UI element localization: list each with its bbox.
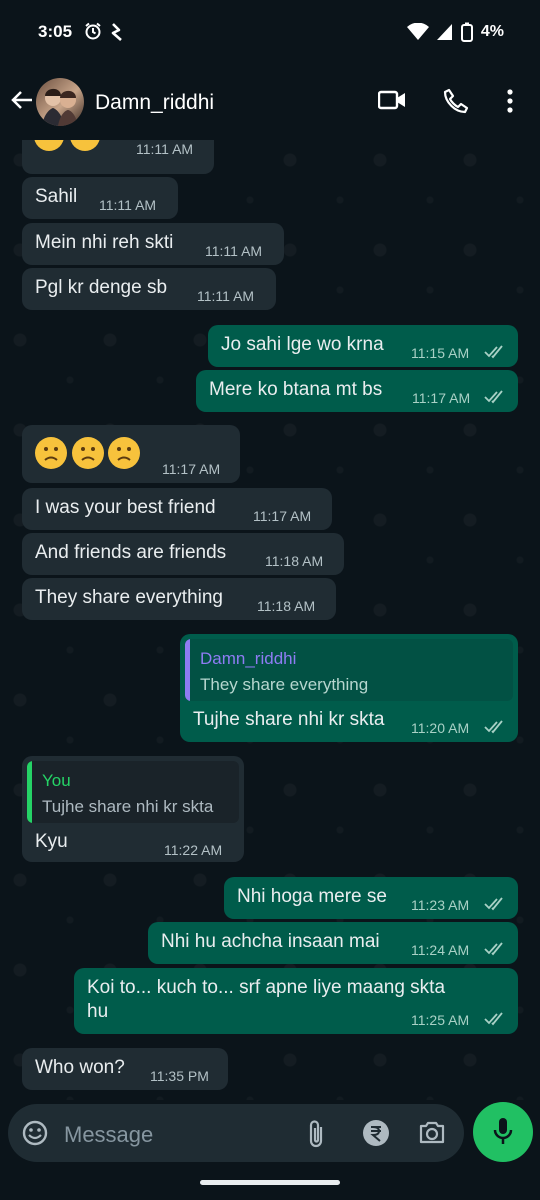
- message-bubble-incoming[interactable]: They share everything 11:18 AM: [22, 578, 336, 620]
- message-bubble-outgoing[interactable]: Koi to... kuch to... srf apne liye maang…: [74, 968, 518, 1034]
- quote-bar: [185, 639, 190, 701]
- message-time: 11:11 AM: [197, 288, 255, 304]
- double-check-icon: [484, 942, 503, 956]
- message-text: Who won?: [35, 1057, 125, 1078]
- message-time: 11:18 AM: [257, 598, 316, 614]
- emoji-icon: [35, 437, 140, 469]
- message-bubble-incoming[interactable]: Mein nhi reh skti 11:11 AM: [22, 223, 284, 265]
- message-text: Koi to... kuch to... srf apne liye maang…: [87, 977, 446, 998]
- double-check-icon: [484, 390, 503, 404]
- message-bubble-outgoing[interactable]: Jo sahi lge wo krna 11:15 AM: [208, 325, 518, 367]
- quote-author: You: [42, 771, 71, 790]
- message-bubble-incoming[interactable]: I was your best friend 11:17 AM: [22, 488, 332, 530]
- message-time: 11:11 AM: [99, 197, 157, 213]
- message-time: 11:11 AM: [136, 141, 194, 157]
- more-options-icon[interactable]: [506, 88, 514, 114]
- message-text: Mein nhi reh skti: [35, 232, 174, 253]
- emoji-icon: [34, 140, 100, 151]
- message-text: Sahil: [35, 186, 78, 207]
- message-text: Pgl kr denge sb: [35, 277, 168, 298]
- battery-icon: [460, 22, 473, 42]
- payment-rupee-icon[interactable]: [362, 1119, 390, 1147]
- message-bubble-incoming[interactable]: Sahil 11:11 AM: [22, 177, 178, 219]
- message-bubble-outgoing[interactable]: Damn_riddhi They share everything Tujhe …: [180, 634, 518, 742]
- message-time: 11:25 AM: [411, 1012, 470, 1028]
- double-check-icon: [484, 720, 503, 734]
- attach-icon[interactable]: [306, 1119, 326, 1149]
- signal-icon: [436, 24, 452, 40]
- message-text: Jo sahi lge wo krna: [221, 334, 384, 355]
- message-text: Kyu: [35, 831, 68, 852]
- quoted-message[interactable]: Damn_riddhi They share everything: [185, 639, 513, 701]
- quoted-message[interactable]: You Tujhe share nhi kr skta: [27, 761, 239, 823]
- message-bubble-incoming[interactable]: And friends are friends 11:18 AM: [22, 533, 344, 575]
- quote-bar: [27, 761, 32, 823]
- voice-message-button[interactable]: [473, 1102, 533, 1162]
- message-time: 11:11 AM: [205, 243, 263, 259]
- message-bubble-incoming[interactable]: 11:17 AM: [22, 425, 240, 483]
- double-check-icon: [484, 345, 503, 359]
- app-notification-icon: [111, 23, 122, 41]
- double-check-icon: [484, 897, 503, 911]
- video-call-icon[interactable]: [378, 88, 406, 112]
- message-text: Mere ko btana mt bs: [209, 379, 383, 400]
- microphone-icon: [493, 1118, 513, 1144]
- message-input[interactable]: Message: [64, 1122, 153, 1148]
- message-text: Nhi hu achcha insaan mai: [161, 931, 380, 952]
- home-indicator[interactable]: [200, 1180, 340, 1185]
- message-time: 11:23 AM: [411, 897, 470, 913]
- battery-level: 4%: [480, 23, 504, 40]
- message-time: 11:24 AM: [411, 942, 470, 958]
- status-time: 3:05: [38, 22, 73, 41]
- chat-area[interactable]: 11:11 AM Sahil 11:11 AM Mein nhi reh skt…: [0, 140, 540, 1100]
- message-time: 11:17 AM: [162, 461, 221, 477]
- message-bubble-outgoing[interactable]: Nhi hu achcha insaan mai 11:24 AM: [148, 922, 518, 964]
- message-time: 11:17 AM: [253, 508, 312, 524]
- message-time: 11:20 AM: [411, 720, 470, 736]
- message-bubble-incoming[interactable]: You Tujhe share nhi kr skta Kyu 11:22 AM: [22, 756, 244, 862]
- camera-icon[interactable]: [418, 1119, 446, 1145]
- message-text: They share everything: [35, 587, 223, 608]
- message-text: Nhi hoga mere se: [237, 886, 387, 907]
- message-bubble-outgoing[interactable]: Mere ko btana mt bs 11:17 AM: [196, 370, 518, 412]
- avatar[interactable]: [36, 78, 84, 126]
- message-time: 11:15 AM: [411, 345, 470, 361]
- back-arrow-icon[interactable]: [10, 88, 34, 112]
- message-text-line2: hu: [87, 1001, 109, 1022]
- message-text: And friends are friends: [35, 542, 227, 563]
- emoji-picker-icon[interactable]: [22, 1120, 48, 1146]
- message-bubble-incoming[interactable]: Who won? 11:35 PM: [22, 1048, 228, 1090]
- message-bubble-outgoing[interactable]: Nhi hoga mere se 11:23 AM: [224, 877, 518, 919]
- quote-text: Tujhe share nhi kr skta: [42, 797, 214, 816]
- message-time: 11:18 AM: [265, 553, 324, 569]
- voice-call-icon[interactable]: [443, 88, 469, 114]
- message-composer[interactable]: Message: [8, 1104, 464, 1162]
- wifi-icon: [406, 23, 429, 40]
- status-bar: 3:05 4%: [0, 0, 540, 64]
- message-bubble-incoming[interactable]: Pgl kr denge sb 11:11 AM: [22, 268, 276, 310]
- contact-name[interactable]: Damn_riddhi: [95, 91, 214, 115]
- message-time: 11:35 PM: [150, 1068, 209, 1084]
- message-bubble-incoming[interactable]: 11:11 AM: [22, 140, 214, 174]
- message-text: Tujhe share nhi kr skta: [193, 709, 385, 730]
- chat-header: Damn_riddhi: [0, 64, 540, 140]
- message-text: I was your best friend: [35, 497, 216, 518]
- double-check-icon: [484, 1012, 503, 1026]
- quote-text: They share everything: [200, 675, 369, 694]
- message-time: 11:17 AM: [412, 390, 471, 406]
- message-time: 11:22 AM: [164, 842, 223, 858]
- alarm-icon: [85, 22, 101, 40]
- quote-author: Damn_riddhi: [200, 649, 297, 668]
